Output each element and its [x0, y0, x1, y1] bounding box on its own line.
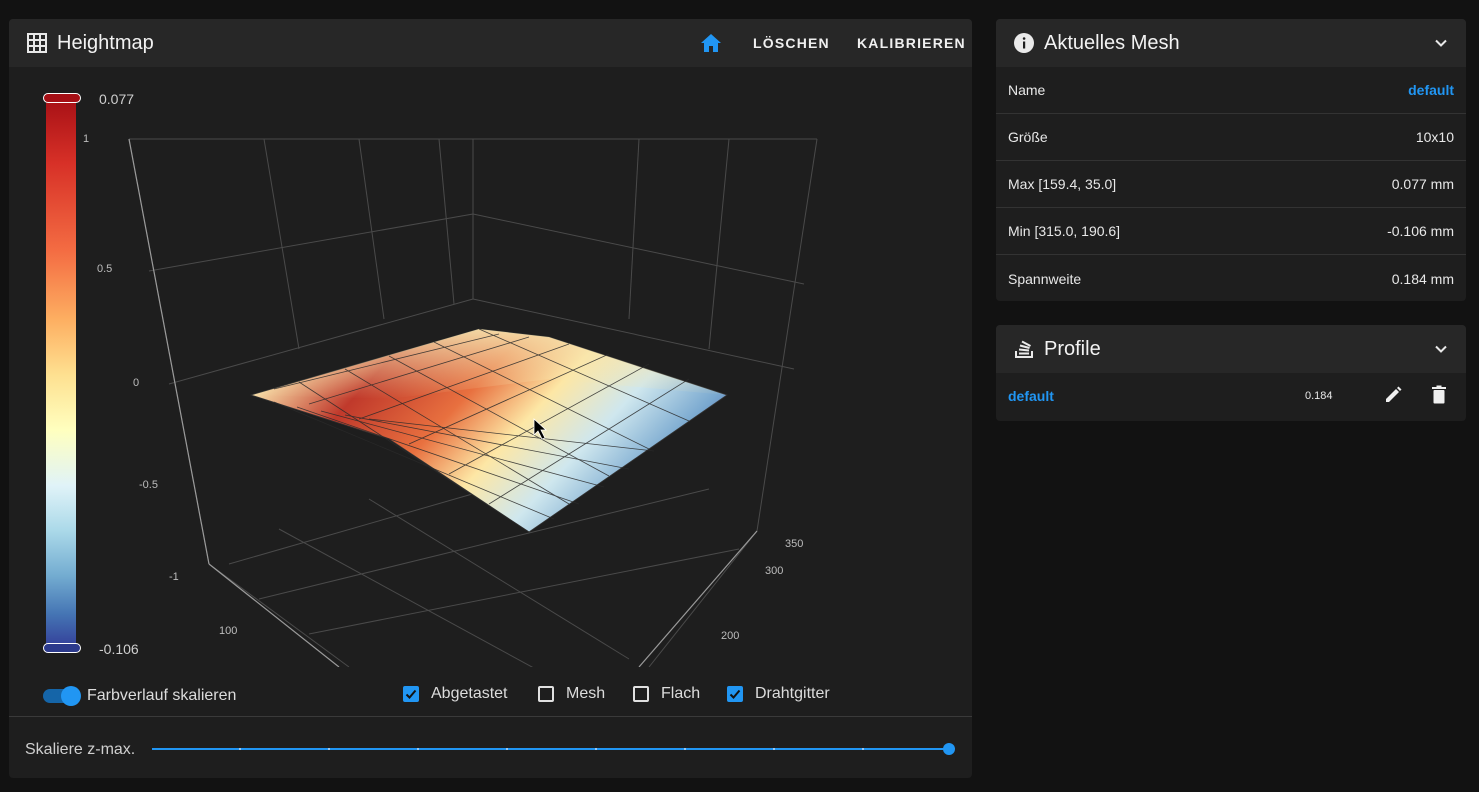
trash-icon [1432, 385, 1446, 404]
checkbox-unchecked-icon [538, 686, 554, 702]
profile-item: default 0.184 [996, 373, 1466, 420]
mesh-row-name: Name default [996, 67, 1466, 114]
mesh-row-size: Größe 10x10 [996, 114, 1466, 161]
delete-button[interactable]: LÖSCHEN [753, 19, 830, 67]
flat-label: Flach [661, 685, 701, 702]
switch-thumb [61, 686, 81, 706]
row-value: 10x10 [1415, 129, 1454, 145]
zmax-label: Skaliere z-max. [25, 741, 136, 758]
z-tick: 1 [83, 133, 90, 145]
row-label: Min [315.0, 190.6] [1008, 223, 1121, 239]
delete-profile-button[interactable] [1431, 385, 1447, 405]
heightmap-card: Heightmap LÖSCHEN KALIBRIEREN 0.077 -0.1… [9, 19, 972, 778]
current-mesh-header[interactable]: Aktuelles Mesh [996, 19, 1466, 67]
divider [9, 716, 972, 717]
z-tick: -1 [169, 571, 179, 583]
stack-icon [1014, 339, 1034, 359]
zmax-slider[interactable] [152, 743, 955, 755]
checkbox-unchecked-icon [633, 686, 649, 702]
x-tick: 100 [219, 625, 238, 637]
probed-checkbox[interactable]: Abgetastet [403, 685, 508, 703]
profiles-card: Profile default 0.184 [996, 325, 1466, 421]
row-value: -0.106 mm [1387, 223, 1454, 239]
mesh-label: Mesh [566, 685, 606, 702]
row-label: Name [1008, 82, 1046, 98]
checkbox-checked-icon [403, 686, 419, 702]
probed-label: Abgetastet [431, 685, 508, 702]
home-button[interactable] [699, 19, 723, 67]
calibrate-button[interactable]: KALIBRIEREN [857, 19, 966, 67]
grid-icon [27, 33, 47, 53]
row-value: 0.077 mm [1391, 176, 1454, 192]
chevron-down-icon[interactable] [1434, 342, 1448, 356]
z-tick: -0.5 [139, 479, 158, 491]
profiles-header[interactable]: Profile [996, 325, 1466, 373]
home-icon [701, 34, 721, 52]
y-tick: 200 [721, 630, 740, 642]
chevron-down-icon[interactable] [1434, 36, 1448, 50]
flat-checkbox[interactable]: Flach [633, 685, 700, 703]
row-value: 0.184 mm [1391, 270, 1454, 287]
row-label: Spannweite [1008, 270, 1082, 287]
mesh-checkbox[interactable]: Mesh [538, 685, 605, 703]
current-mesh-card: Aktuelles Mesh Name default Größe 10x10 … [996, 19, 1466, 301]
y-tick: 350 [785, 538, 804, 550]
heightmap-3d-plot[interactable] [9, 67, 972, 667]
profiles-title: Profile [1044, 337, 1101, 360]
edit-profile-button[interactable] [1383, 385, 1403, 405]
slider-thumb[interactable] [943, 743, 955, 755]
switch-track [43, 686, 81, 706]
z-tick: 0 [133, 377, 140, 389]
wireframe-checkbox[interactable]: Drahtgitter [727, 685, 830, 703]
z-tick: 0.5 [97, 263, 113, 275]
scale-gradient-label: Farbverlauf skalieren [87, 687, 237, 704]
heightmap-header: Heightmap LÖSCHEN KALIBRIEREN [9, 19, 972, 67]
slider-ticks [152, 748, 949, 750]
heightmap-title: Heightmap [57, 31, 154, 54]
checkbox-checked-icon [727, 686, 743, 702]
row-value: default [1408, 82, 1454, 98]
profile-range: 0.184 [1305, 390, 1333, 402]
wireframe-label: Drahtgitter [755, 685, 830, 702]
profile-name-link[interactable]: default [1008, 388, 1054, 404]
pencil-icon [1386, 386, 1402, 402]
y-tick: 300 [765, 565, 784, 577]
mesh-row-max: Max [159.4, 35.0] 0.077 mm [996, 161, 1466, 208]
mesh-row-range: Spannweite 0.184 mm [996, 255, 1466, 302]
row-label: Max [159.4, 35.0] [1008, 176, 1117, 192]
current-mesh-title: Aktuelles Mesh [1044, 31, 1180, 54]
info-icon [1014, 33, 1034, 53]
row-label: Größe [1008, 129, 1048, 145]
mesh-row-min: Min [315.0, 190.6] -0.106 mm [996, 208, 1466, 255]
scale-gradient-switch[interactable]: Farbverlauf skalieren [43, 686, 237, 706]
